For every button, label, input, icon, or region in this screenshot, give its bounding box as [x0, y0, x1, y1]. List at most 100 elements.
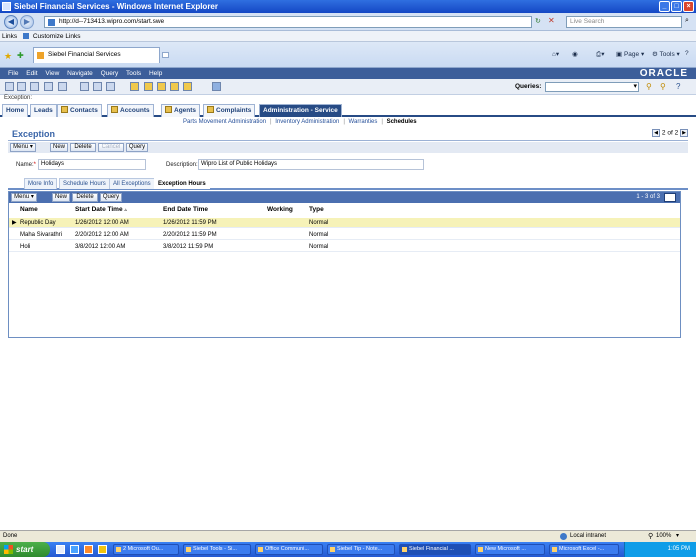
- exception-query-button[interactable]: Query: [126, 143, 148, 152]
- page-menu[interactable]: ▣ Page ▾: [616, 50, 644, 58]
- tab-accounts[interactable]: Accounts: [107, 104, 154, 117]
- col-header-type[interactable]: Type: [309, 206, 324, 213]
- home-icon[interactable]: ⌂▾: [552, 50, 559, 58]
- taskbar-item-active[interactable]: Siebel Financial ...: [399, 544, 471, 555]
- help-icon[interactable]: ?: [685, 50, 689, 57]
- subnav-schedules[interactable]: Schedules: [387, 119, 417, 125]
- search-icon[interactable]: ⌕: [685, 17, 689, 25]
- toolbar-icon-7[interactable]: [93, 82, 102, 91]
- cell-name[interactable]: Holi: [20, 242, 30, 252]
- tab-more-info[interactable]: More Info: [24, 178, 58, 189]
- cell-start[interactable]: 2/20/2012 12:00 AM: [75, 230, 129, 240]
- col-header-name[interactable]: Name: [20, 206, 38, 213]
- next-record-icon[interactable]: ▶: [680, 129, 688, 137]
- cell-end[interactable]: 2/20/2012 11:59 PM: [163, 230, 217, 240]
- quicklaunch-office-icon[interactable]: [84, 545, 93, 554]
- maximize-icon[interactable]: □: [671, 1, 682, 12]
- tools-menu[interactable]: ⚙ Tools ▾: [652, 50, 680, 58]
- toolbar-icon-14[interactable]: [212, 82, 221, 91]
- tab-complaints[interactable]: Complaints: [203, 104, 256, 117]
- zoom-dropdown-icon[interactable]: ▾: [676, 531, 679, 542]
- menu-help[interactable]: Help: [149, 70, 162, 77]
- cell-name[interactable]: Maha Sivarathri: [20, 230, 62, 240]
- taskbar-item[interactable]: Microsoft Excel -...: [549, 544, 619, 555]
- subnav-parts-movement[interactable]: Parts Movement Administration: [183, 119, 266, 125]
- cell-end[interactable]: 1/26/2012 11:59 PM: [163, 218, 217, 228]
- new-tab-icon[interactable]: [162, 52, 169, 58]
- col-header-end[interactable]: End Date Time: [163, 206, 208, 213]
- tab-home[interactable]: Home: [2, 104, 29, 117]
- cell-start[interactable]: 1/26/2012 12:00 AM: [75, 218, 129, 228]
- previous-record-icon[interactable]: ◀: [652, 129, 661, 137]
- search-query-icon[interactable]: ⚲: [646, 82, 652, 91]
- menu-query[interactable]: Query: [101, 70, 119, 77]
- toolbar-icon-10[interactable]: [144, 82, 153, 91]
- stop-icon[interactable]: ✕: [548, 16, 555, 25]
- col-header-working[interactable]: Working: [267, 206, 293, 213]
- list-menu-button[interactable]: Menu ▾: [11, 193, 37, 202]
- find-icon[interactable]: ⚲: [660, 82, 666, 91]
- taskbar-item[interactable]: Office Communi...: [255, 544, 323, 555]
- search-input[interactable]: Live Search: [566, 16, 682, 28]
- quicklaunch-outlook-icon[interactable]: [98, 545, 107, 554]
- toolbar-icon-5[interactable]: [58, 82, 67, 91]
- tab-leads[interactable]: Leads: [30, 104, 57, 117]
- add-favorites-icon[interactable]: ✚: [17, 51, 24, 60]
- list-query-button[interactable]: Query: [100, 193, 122, 202]
- close-icon[interactable]: ×: [683, 1, 694, 12]
- table-row[interactable]: Maha Sivarathri 2/20/2012 12:00 AM 2/20/…: [9, 230, 680, 240]
- taskbar-item[interactable]: Siebel Tools - Si...: [183, 544, 251, 555]
- col-header-start[interactable]: Start Date Time ▵: [75, 206, 127, 213]
- cell-type[interactable]: Normal: [309, 242, 328, 252]
- menu-file[interactable]: File: [8, 70, 18, 77]
- exception-cancel-button[interactable]: Cancel: [98, 143, 124, 152]
- customize-links-link[interactable]: Customize Links: [33, 33, 81, 40]
- cell-name[interactable]: Republic Day: [20, 218, 56, 228]
- queries-select[interactable]: [545, 82, 639, 92]
- zoom-level[interactable]: 100%: [656, 531, 671, 542]
- list-delete-button[interactable]: Delete: [72, 193, 98, 202]
- toolbar-icon-9[interactable]: [130, 82, 139, 91]
- toolbar-icon-4[interactable]: [44, 82, 53, 91]
- taskbar-item[interactable]: Siebel Tip - Note...: [327, 544, 395, 555]
- taskbar-item[interactable]: 2 Microsoft Ou...: [113, 544, 179, 555]
- taskbar-item[interactable]: New Microsoft ...: [475, 544, 545, 555]
- tab-agents[interactable]: Agents: [161, 104, 201, 117]
- subnav-inventory[interactable]: Inventory Administration: [275, 119, 339, 125]
- exception-delete-button[interactable]: Delete: [70, 143, 96, 152]
- list-new-button[interactable]: New: [52, 193, 70, 202]
- browser-tab[interactable]: Siebel Financial Services: [33, 47, 160, 63]
- toolbar-icon-8[interactable]: [106, 82, 115, 91]
- cell-type[interactable]: Normal: [309, 230, 328, 240]
- refresh-icon[interactable]: ↻: [535, 17, 541, 25]
- toolbar-icon-2[interactable]: [17, 82, 26, 91]
- cell-end[interactable]: 3/8/2012 11:59 PM: [163, 242, 213, 252]
- menu-tools[interactable]: Tools: [126, 70, 141, 77]
- menu-view[interactable]: View: [45, 70, 59, 77]
- cell-start[interactable]: 3/8/2012 12:00 AM: [75, 242, 125, 252]
- forward-button[interactable]: ▶: [20, 15, 34, 29]
- back-button[interactable]: ◀: [4, 15, 18, 29]
- cell-type[interactable]: Normal: [309, 218, 328, 228]
- subnav-warranties[interactable]: Warranties: [349, 119, 378, 125]
- menu-navigate[interactable]: Navigate: [67, 70, 93, 77]
- quicklaunch-ie-icon[interactable]: [70, 545, 79, 554]
- quicklaunch-desktop-icon[interactable]: [56, 545, 65, 554]
- tab-exception-hours[interactable]: Exception Hours: [154, 178, 210, 189]
- exception-menu-button[interactable]: Menu ▾: [10, 143, 36, 152]
- export-icon[interactable]: [664, 193, 676, 202]
- tab-contacts[interactable]: Contacts: [57, 104, 102, 117]
- toolbar-icon-11[interactable]: [157, 82, 166, 91]
- toolbar-icon-1[interactable]: [5, 82, 14, 91]
- toolbar-icon-3[interactable]: [30, 82, 39, 91]
- exception-new-button[interactable]: New: [50, 143, 68, 152]
- clock[interactable]: 1:05 PM: [668, 546, 690, 552]
- toolbar-icon-13[interactable]: [183, 82, 192, 91]
- name-field[interactable]: Holidays: [38, 159, 146, 170]
- minimize-icon[interactable]: _: [659, 1, 670, 12]
- url-input[interactable]: http://d--713413.wipro.com/start.swe: [44, 16, 532, 28]
- favorites-star-icon[interactable]: ★: [4, 51, 12, 62]
- tab-administration-service[interactable]: Administration - Service: [259, 104, 342, 117]
- table-row[interactable]: ▶ Republic Day 1/26/2012 12:00 AM 1/26/2…: [9, 218, 680, 228]
- help-query-icon[interactable]: ?: [676, 82, 680, 91]
